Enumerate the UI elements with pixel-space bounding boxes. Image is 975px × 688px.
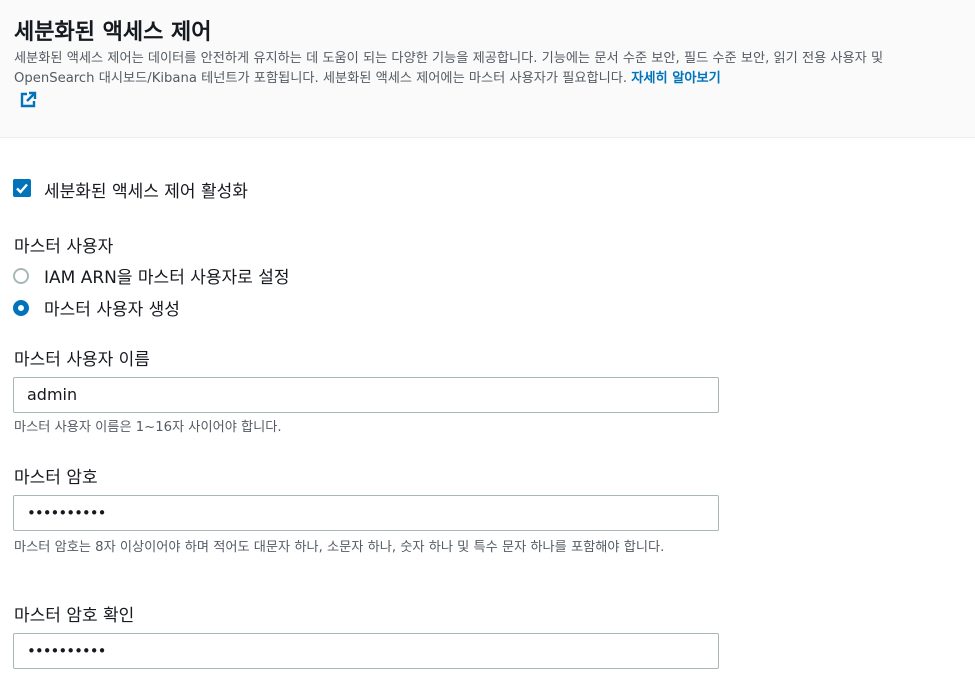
external-link-icon[interactable] xyxy=(19,91,37,109)
enable-fgac-label: 세분화된 액세스 제어 활성화 xyxy=(44,182,248,202)
master-username-label: 마스터 사용자 이름 xyxy=(14,350,150,370)
radio-create-master-user[interactable] xyxy=(13,300,29,316)
enable-fgac-checkbox[interactable] xyxy=(13,179,31,197)
learn-more-link[interactable]: 자세히 알아보기 xyxy=(631,71,721,86)
master-username-hint: 마스터 사용자 이름은 1~16자 사이어야 합니다. xyxy=(14,420,282,435)
master-password-hint: 마스터 암호는 8자 이상이어야 하며 적어도 대문자 하나, 소문자 하나, … xyxy=(14,540,665,555)
master-user-label: 마스터 사용자 xyxy=(14,237,114,257)
master-password-input[interactable]: •••••••••• xyxy=(13,495,719,531)
description-text: 세분화된 액세스 제어는 데이터를 안전하게 유지하는 데 도움이 되는 다양한… xyxy=(14,51,884,86)
radio-iam-arn-label[interactable]: IAM ARN을 마스터 사용자로 설정 xyxy=(44,263,289,288)
radio-iam-arn[interactable] xyxy=(13,268,29,284)
master-password-label: 마스터 암호 xyxy=(14,468,98,488)
section-description: 세분화된 액세스 제어는 데이터를 안전하게 유지하는 데 도움이 되는 다양한… xyxy=(14,49,962,89)
confirm-password-label: 마스터 암호 확인 xyxy=(14,606,135,626)
section-header: 세분화된 액세스 제어 세분화된 액세스 제어는 데이터를 안전하게 유지하는 … xyxy=(0,0,975,138)
section-title: 세분화된 액세스 제어 xyxy=(14,20,212,45)
radio-create-master-user-label[interactable]: 마스터 사용자 생성 xyxy=(44,295,180,320)
confirm-password-input[interactable]: •••••••••• xyxy=(13,633,719,669)
checkmark-icon xyxy=(16,183,28,194)
master-username-input[interactable]: admin xyxy=(13,377,719,413)
